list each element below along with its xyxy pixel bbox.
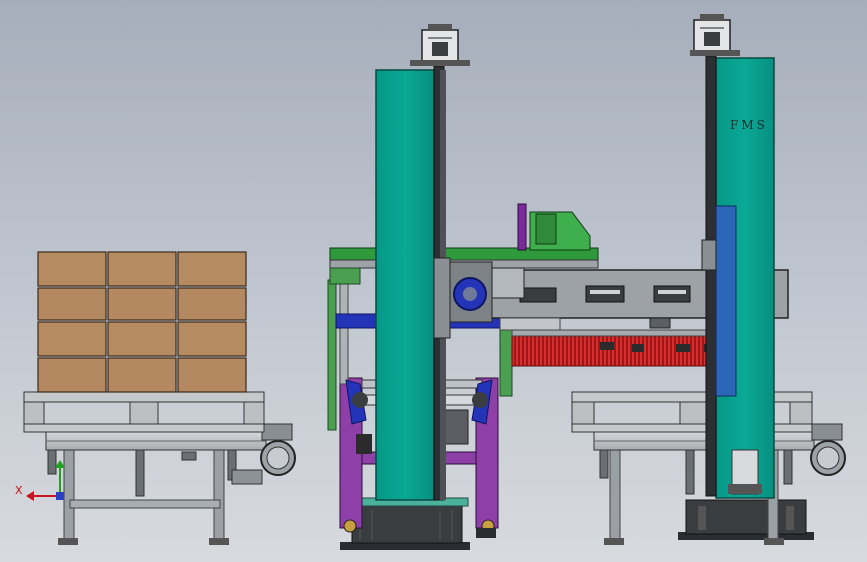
left-infeed-conveyor [23, 251, 296, 545]
linear-actuator [517, 203, 527, 251]
axis-triad-icon [26, 460, 65, 501]
conveyor-leg [63, 439, 75, 541]
fms-panel-label: FMS [730, 118, 768, 132]
counterweight [715, 205, 737, 397]
lift-column [375, 69, 435, 501]
conveyor-crossbar [69, 499, 221, 509]
leveling-foot [58, 538, 78, 545]
axis-x-label: X [15, 484, 23, 497]
leveling-foot [209, 538, 229, 545]
cad-viewport[interactable]: FMS X [0, 0, 867, 562]
empty-pallet [571, 391, 813, 403]
pallet-deck [23, 391, 265, 403]
palletizer-drawing [23, 14, 846, 550]
carton-stack [37, 251, 247, 393]
slewing-base [351, 504, 463, 544]
conveyor-leg [213, 439, 225, 541]
